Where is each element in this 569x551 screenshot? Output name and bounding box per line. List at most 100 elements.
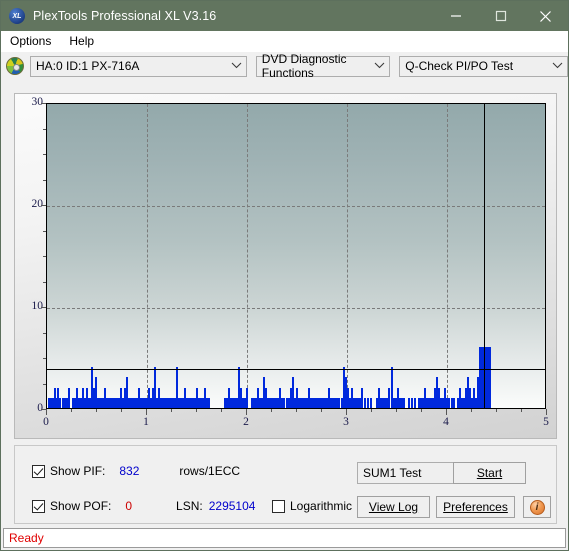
start-button-label: Start	[476, 466, 503, 480]
function-select-value: DVD Diagnostic Functions	[261, 52, 347, 80]
status-bar: Ready	[3, 528, 566, 548]
bar	[364, 397, 367, 408]
x-axis-tick	[246, 409, 247, 415]
x-axis-minor-tick	[221, 409, 222, 412]
x-axis-minor-tick	[196, 409, 197, 412]
lsn-label: LSN:	[176, 499, 203, 513]
bar	[448, 397, 451, 408]
x-axis-minor-tick	[396, 409, 397, 412]
bar	[246, 387, 249, 408]
x-axis-minor-tick	[171, 409, 172, 412]
preferences-button-label: Preferences	[443, 500, 508, 514]
y-axis-tick-label: 0	[37, 402, 43, 414]
show-pof-label: Show POF:	[50, 499, 112, 513]
plot-area	[46, 103, 546, 409]
bar	[361, 387, 364, 408]
y-axis-tick-label: 20	[31, 198, 44, 210]
x-axis-tick-label: 3	[343, 416, 349, 428]
window-controls	[433, 1, 568, 31]
y-axis-tick-label: 30	[31, 96, 44, 108]
logarithmic-label: Logarithmic	[290, 499, 353, 513]
x-axis-tick-label: 5	[543, 416, 549, 428]
menu-item-options[interactable]: Options	[1, 31, 60, 52]
x-axis-minor-tick	[96, 409, 97, 412]
app-logo-icon: XL	[9, 8, 25, 24]
x-axis-minor-tick	[421, 409, 422, 412]
show-pif-checkbox[interactable]	[32, 464, 45, 478]
bar	[414, 397, 417, 408]
chart-panel: 0 10 20 30 0 1 2 3 4 5	[14, 93, 557, 439]
chevron-down-icon	[374, 61, 385, 72]
x-axis-tick-label: 1	[143, 416, 149, 428]
bar	[58, 397, 61, 408]
x-axis-tick	[546, 409, 547, 415]
controls-panel: Show PIF: 832 rows/1ECC Show POF: 0 LSN:…	[14, 445, 557, 524]
x-axis: 0 1 2 3 4 5	[43, 409, 549, 439]
x-axis-tick	[446, 409, 447, 415]
close-icon[interactable]	[523, 1, 568, 31]
plot-wrapper: 0 10 20 30 0 1 2 3 4 5	[15, 94, 558, 440]
bar	[207, 397, 210, 408]
start-button[interactable]: Start	[453, 462, 526, 484]
threshold-line	[47, 369, 545, 371]
menu-bar: Options Help	[1, 31, 568, 52]
preferences-button[interactable]: Preferences	[436, 496, 515, 518]
view-log-button[interactable]: View Log	[357, 496, 430, 518]
logarithmic-row: Logarithmic	[272, 499, 352, 513]
pof-value: 0	[125, 499, 133, 513]
show-pof-checkbox[interactable]	[32, 499, 45, 513]
y-axis-tick-label: 10	[31, 300, 44, 312]
maximize-icon[interactable]	[478, 1, 523, 31]
bar	[411, 397, 414, 408]
toolbar: HA:0 ID:1 PX-716A DVD Diagnostic Functio…	[1, 52, 568, 80]
bar	[388, 387, 391, 408]
test-select-value: Q-Check PI/PO Test	[405, 59, 514, 73]
x-axis-tick	[46, 409, 47, 415]
bar	[367, 397, 370, 408]
x-axis-minor-tick	[521, 409, 522, 412]
x-axis-minor-tick	[71, 409, 72, 412]
lsn-value: 2295104	[208, 499, 256, 513]
x-axis-minor-tick	[121, 409, 122, 412]
show-pif-row: Show PIF: 832 rows/1ECC	[32, 464, 240, 478]
title-bar: XL PlexTools Professional XL V3.16	[1, 1, 568, 31]
minimize-icon[interactable]	[433, 1, 478, 31]
bar	[403, 397, 406, 408]
window-title: PlexTools Professional XL V3.16	[33, 9, 217, 23]
x-axis-minor-tick	[496, 409, 497, 412]
info-icon: i	[529, 499, 545, 515]
sum-test-select-value: SUM1 Test	[363, 466, 422, 480]
disc-icon	[6, 57, 24, 75]
menu-item-help[interactable]: Help	[60, 31, 103, 52]
test-select[interactable]: Q-Check PI/PO Test	[399, 55, 568, 77]
drive-select-value: HA:0 ID:1 PX-716A	[36, 59, 140, 73]
chevron-down-icon	[231, 61, 242, 72]
bar-series-pif	[47, 104, 545, 408]
bar	[408, 397, 411, 408]
x-axis-minor-tick	[471, 409, 472, 412]
bar	[338, 397, 341, 408]
view-log-button-label: View Log	[368, 500, 419, 514]
status-text: Ready	[9, 531, 44, 545]
logarithmic-checkbox[interactable]	[272, 499, 285, 513]
show-pif-label: Show PIF:	[50, 464, 106, 478]
function-select[interactable]: DVD Diagnostic Functions	[255, 52, 391, 80]
x-axis-minor-tick	[321, 409, 322, 412]
x-axis-minor-tick	[271, 409, 272, 412]
x-axis-minor-tick	[371, 409, 372, 412]
pif-value: 832	[119, 464, 140, 478]
y-axis: 0 10 20 30	[15, 94, 46, 440]
drive-select[interactable]: HA:0 ID:1 PX-716A	[30, 55, 247, 77]
application-window: XL PlexTools Professional XL V3.16 Optio…	[0, 0, 569, 551]
x-axis-tick-label: 2	[243, 416, 249, 428]
info-button[interactable]: i	[523, 496, 551, 518]
bar	[67, 387, 70, 408]
x-axis-tick-label: 4	[443, 416, 449, 428]
bar	[370, 397, 373, 408]
chevron-down-icon	[552, 61, 563, 72]
x-axis-tick-label: 0	[43, 416, 49, 428]
show-pof-row: Show POF: 0 LSN: 2295104	[32, 499, 255, 513]
pif-unit-label: rows/1ECC	[179, 464, 241, 478]
x-axis-tick	[346, 409, 347, 415]
bar	[453, 397, 456, 408]
